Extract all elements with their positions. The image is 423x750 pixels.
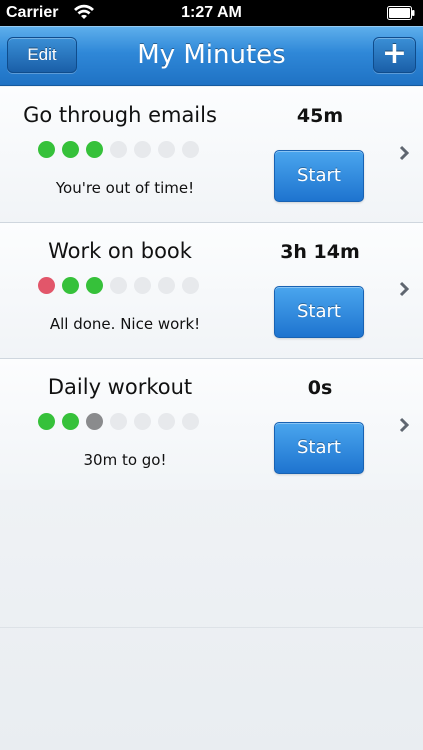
list-item[interactable]: Work on book All done. Nice work! 3h 14m… — [0, 223, 423, 359]
progress-dot-red — [38, 277, 55, 294]
progress-dots — [38, 413, 206, 431]
list-item[interactable]: Go through emails You're out of time! 45… — [0, 87, 423, 223]
divider — [0, 627, 423, 628]
add-task-button[interactable]: + — [373, 37, 416, 73]
progress-dot-empty — [158, 141, 175, 158]
progress-dot-green — [86, 141, 103, 158]
progress-dot-green — [62, 413, 79, 430]
nav-bar: Edit My Minutes + — [0, 26, 423, 86]
progress-dot-green — [62, 277, 79, 294]
battery-icon — [387, 6, 415, 20]
progress-dots — [38, 141, 206, 159]
chevron-right-icon[interactable] — [399, 281, 409, 297]
progress-dot-empty — [110, 141, 127, 158]
start-button[interactable]: Start — [274, 422, 364, 474]
progress-dot-empty — [134, 413, 151, 430]
progress-dot-empty — [182, 141, 199, 158]
task-time: 3h 14m — [280, 241, 360, 263]
page-title: My Minutes — [137, 40, 286, 70]
progress-dot-empty — [110, 413, 127, 430]
task-time: 45m — [296, 105, 344, 127]
clock: 1:27 AM — [181, 4, 242, 21]
task-name: Go through emails — [23, 103, 217, 127]
progress-dot-empty — [110, 277, 127, 294]
progress-dot-green — [62, 141, 79, 158]
progress-dot-empty — [182, 413, 199, 430]
start-button[interactable]: Start — [274, 150, 364, 202]
chevron-right-icon[interactable] — [399, 417, 409, 433]
progress-dot-green — [38, 413, 55, 430]
progress-dots — [38, 277, 206, 295]
progress-dot-green — [86, 277, 103, 294]
task-time: 0s — [307, 377, 333, 399]
progress-dot-gray — [86, 413, 103, 430]
progress-dot-empty — [134, 277, 151, 294]
progress-dot-empty — [158, 413, 175, 430]
task-name: Daily workout — [47, 375, 193, 399]
task-status: All done. Nice work! — [49, 315, 201, 333]
task-status: 30m to go! — [83, 451, 167, 469]
task-status: You're out of time! — [55, 179, 195, 197]
task-name: Work on book — [48, 239, 192, 263]
status-bar: Carrier 1:27 AM — [0, 0, 423, 26]
task-list: Go through emails You're out of time! 45… — [0, 87, 423, 495]
start-button[interactable]: Start — [274, 286, 364, 338]
chevron-right-icon[interactable] — [399, 145, 409, 161]
progress-dot-green — [38, 141, 55, 158]
progress-dot-empty — [158, 277, 175, 294]
progress-dot-empty — [182, 277, 199, 294]
list-item[interactable]: Daily workout 30m to go! 0s Start — [0, 359, 423, 495]
progress-dot-empty — [134, 141, 151, 158]
empty-list-area — [0, 490, 423, 750]
